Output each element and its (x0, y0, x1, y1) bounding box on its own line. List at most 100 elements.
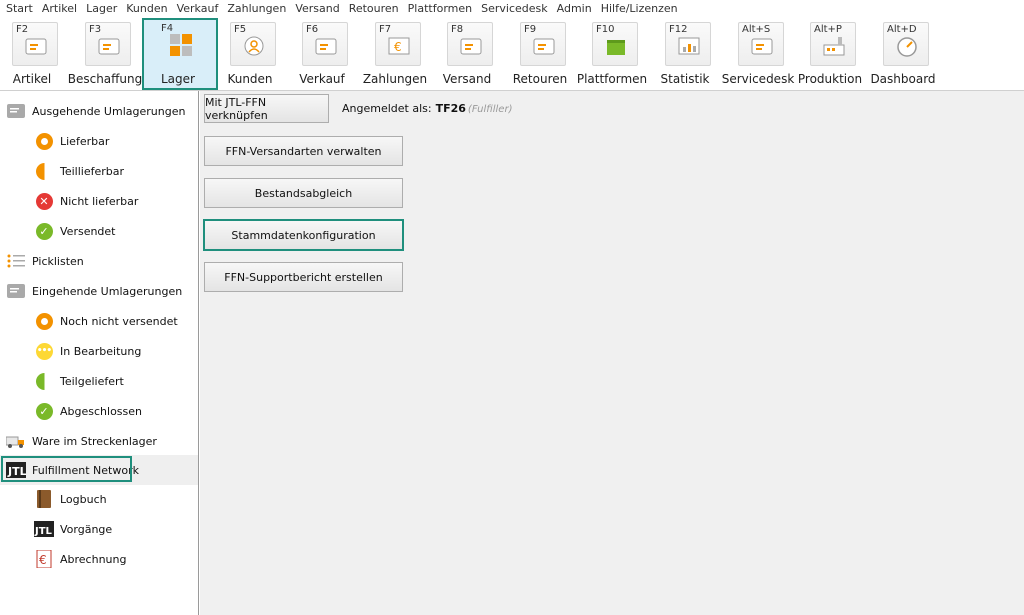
ribbon-tile: F3 (85, 22, 131, 66)
sidebar-item-label: Eingehende Umlagerungen (32, 284, 183, 298)
box-download-icon (98, 35, 120, 57)
transfer-out-icon (6, 101, 26, 121)
status-circle-orange-icon (34, 311, 54, 331)
shortcut-key: Alt+S (742, 24, 771, 35)
ribbon-tile: F7 € (375, 22, 421, 66)
login-info: Angemeldet als: TF26 (Fulfiller) (342, 102, 512, 115)
ffn-support-report-button[interactable]: FFN-Supportbericht erstellen (204, 262, 403, 292)
logged-in-label: Angemeldet als: (342, 102, 432, 115)
sidebar-item-lieferbar[interactable]: Lieferbar (0, 126, 198, 156)
sidebar-item-streckenlager[interactable]: Ware im Streckenlager (0, 426, 198, 456)
link-ffn-button[interactable]: Mit JTL-FFN verknüpfen (204, 94, 329, 123)
svg-text:€: € (39, 553, 47, 567)
sidebar-item-teilgeliefert[interactable]: Teilgeliefert (0, 366, 198, 396)
sidebar-item-label: Abgeschlossen (60, 404, 142, 418)
ribbon-button-artikel[interactable]: F2 Artikel (2, 20, 62, 90)
sidebar-item-nicht-lieferbar[interactable]: ✕ Nicht lieferbar (0, 186, 198, 216)
ribbon-tile: F10 (592, 22, 638, 66)
ribbon-tile: F8 (447, 22, 493, 66)
euro-icon: € (388, 35, 410, 57)
sidebar-item-abrechnung[interactable]: € Abrechnung (0, 544, 198, 574)
ribbon-toolbar: F2 Artikel F3 Beschaffung F4 Lager F5 Kunden F6 V… (0, 16, 1024, 90)
shopping-bag-icon (315, 35, 337, 57)
menu-start[interactable]: Start (6, 2, 33, 15)
menu-artikel[interactable]: Artikel (42, 2, 77, 15)
transfer-in-icon (6, 281, 26, 301)
sidebar-item-label: In Bearbeitung (60, 344, 142, 358)
shipping-icon (460, 35, 482, 57)
sidebar-item-picklisten[interactable]: Picklisten (0, 246, 198, 276)
ribbon-button-zahlungen[interactable]: F7 € Zahlungen (363, 20, 427, 90)
shortcut-key: Alt+P (814, 24, 842, 35)
menu-retouren[interactable]: Retouren (349, 2, 399, 15)
ribbon-tile: F9 (520, 22, 566, 66)
ribbon-button-versand[interactable]: F8 Versand (437, 20, 497, 90)
ribbon-button-lager[interactable]: F4 Lager (142, 18, 218, 90)
shortcut-key: F5 (234, 24, 247, 35)
menu-admin[interactable]: Admin (557, 2, 592, 15)
half-circle-green-icon (34, 371, 54, 391)
shortcut-key: F7 (379, 24, 392, 35)
user-role: (Fulfiller) (467, 104, 513, 115)
statistics-icon (678, 35, 700, 57)
factory-icon (823, 35, 845, 57)
ribbon-tile: Alt+S (738, 22, 784, 66)
sidebar-item-label: Logbuch (60, 492, 107, 506)
ribbon-tile: F5 (230, 22, 276, 66)
menu-kunden[interactable]: Kunden (126, 2, 167, 15)
menu-servicedesk[interactable]: Servicedesk (481, 2, 548, 15)
menu-plattformen[interactable]: Plattformen (408, 2, 472, 15)
euro-invoice-icon: € (34, 549, 54, 569)
shortcut-key: F4 (161, 23, 174, 34)
sidebar-item-teillieferbar[interactable]: Teillieferbar (0, 156, 198, 186)
customer-icon (243, 35, 265, 57)
tag-icon (25, 35, 47, 57)
ribbon-button-beschaffung[interactable]: F3 Beschaffung (68, 20, 142, 90)
sidebar-item-label: Ausgehende Umlagerungen (32, 104, 186, 118)
in-progress-dots-icon: ••• (34, 341, 54, 361)
ribbon-button-statistik[interactable]: F12 Statistik (655, 20, 715, 90)
sidebar-item-versendet[interactable]: ✓ Versendet (0, 216, 198, 246)
ribbon-button-plattformen[interactable]: F10 Plattformen (577, 20, 647, 90)
ribbon-tile: F2 (12, 22, 58, 66)
sidebar-item-label: Versendet (60, 224, 116, 238)
svg-text:€: € (394, 40, 402, 54)
ribbon-button-servicedesk[interactable]: Alt+S Servicedesk (722, 20, 794, 90)
sidebar-item-logbuch[interactable]: Logbuch (0, 484, 198, 514)
check-circle-icon: ✓ (34, 401, 54, 421)
sidebar-item-label: Vorgänge (60, 522, 113, 536)
ffn-shipping-methods-button[interactable]: FFN-Versandarten verwalten (204, 136, 403, 166)
check-circle-icon: ✓ (34, 221, 54, 241)
ribbon-tile: Alt+D (883, 22, 929, 66)
sidebar-item-noch-nicht-versendet[interactable]: Noch nicht versendet (0, 306, 198, 336)
sidebar-item-label: Teillieferbar (60, 164, 125, 178)
menu-bar: Start Artikel Lager Kunden Verkauf Zahlungen V… (0, 0, 1024, 16)
sidebar-item-incoming-transfers[interactable]: Eingehende Umlagerungen (0, 276, 198, 306)
menu-hilfe-lizenzen[interactable]: Hilfe/Lizenzen (601, 2, 678, 15)
ribbon-label: Dashboard (870, 72, 936, 86)
menu-versand[interactable]: Versand (295, 2, 339, 15)
sidebar-item-label: Noch nicht versendet (60, 314, 178, 328)
ribbon-button-verkauf[interactable]: F6 Verkauf (292, 20, 352, 90)
ribbon-tile: F12 (665, 22, 711, 66)
main-panel: Mit JTL-FFN verknüpfen Angemeldet als: TF… (200, 91, 1024, 615)
ribbon-button-retouren[interactable]: F9 Retouren (510, 20, 570, 90)
menu-zahlungen[interactable]: Zahlungen (227, 2, 286, 15)
stock-reconciliation-button[interactable]: Bestandsabgleich (204, 178, 403, 208)
ribbon-button-dashboard[interactable]: Alt+D Dashboard (870, 20, 936, 90)
menu-verkauf[interactable]: Verkauf (177, 2, 219, 15)
status-circle-orange-icon (34, 131, 54, 151)
sidebar-item-abgeschlossen[interactable]: ✓ Abgeschlossen (0, 396, 198, 426)
shortcut-key: F10 (596, 24, 615, 35)
sidebar-item-label: Picklisten (32, 254, 84, 268)
sidebar-item-in-bearbeitung[interactable]: ••• In Bearbeitung (0, 336, 198, 366)
sidebar-item-outgoing-transfers[interactable]: Ausgehende Umlagerungen (0, 96, 198, 126)
ribbon-button-produktion[interactable]: Alt+P Produktion (798, 20, 862, 90)
menu-lager[interactable]: Lager (86, 2, 117, 15)
ribbon-tile: F4 (158, 22, 204, 66)
master-data-config-button[interactable]: Stammdatenkonfiguration (203, 219, 404, 251)
sidebar-item-label: Lieferbar (60, 134, 110, 148)
sidebar-item-vorgaenge[interactable]: JTL Vorgänge (0, 514, 198, 544)
shortcut-key: F2 (16, 24, 29, 35)
ribbon-button-kunden[interactable]: F5 Kunden (220, 20, 280, 90)
